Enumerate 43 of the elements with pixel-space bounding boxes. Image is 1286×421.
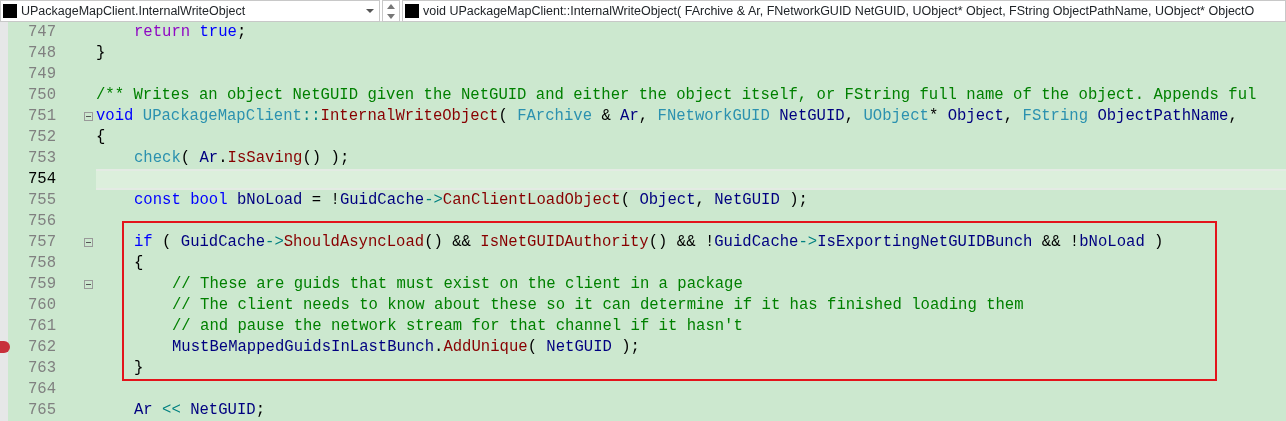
- collapse-icon[interactable]: [84, 238, 93, 247]
- up-arrow-icon[interactable]: [387, 3, 395, 9]
- line-number: 747: [26, 21, 56, 43]
- caret-icon: [365, 8, 375, 14]
- code-line: void UPackageMapClient::InternalWriteObject( FArchive & Ar, FNetworkGUID NetGUID, UObject* Object, FString ObjectPathName,: [96, 105, 1238, 127]
- code-line: if ( GuidCache->ShouldAsyncLoad() && IsNetGUIDAuthority() && !GuidCache->IsExportingNetGUIDBunch && !bNoLoad ): [134, 231, 1164, 253]
- line-number: 748: [26, 42, 56, 64]
- line-number: 765: [26, 399, 56, 421]
- code-line: }: [134, 357, 144, 379]
- collapse-icon[interactable]: [84, 280, 93, 289]
- code-line: // and pause the network stream for that channel if it hasn't: [172, 315, 743, 337]
- member-dropdown[interactable]: void UPackageMapClient::InternalWriteObject( FArchive & Ar, FNetworkGUID NetGUID, UObject* Object, FString ObjectPathName, UObject* ObjectO: [402, 0, 1286, 22]
- line-number: 761: [26, 315, 56, 337]
- line-number: 752: [26, 126, 56, 148]
- code-line: return true;: [134, 21, 247, 43]
- code-line: }: [96, 42, 106, 64]
- code-line: const bool bNoLoad = !GuidCache->CanClientLoadObject( Object, NetGUID );: [134, 189, 808, 211]
- code-line: // The client needs to know about these so it can determine if it has finished loading them: [172, 294, 1024, 316]
- code-line: {: [96, 126, 106, 148]
- scope-dropdown[interactable]: UPackageMapClient.InternalWriteObject: [0, 0, 380, 22]
- code-line: /** Writes an object NetGUID given the NetGUID and either the object itself, or FString full name of the object. Appends ful: [96, 84, 1257, 106]
- line-number: 763: [26, 357, 56, 379]
- code-line: Ar << NetGUID;: [134, 399, 266, 421]
- line-number: 762: [26, 336, 56, 358]
- code-line: // These are guids that must exist on the client in a package: [172, 273, 743, 295]
- spin-button[interactable]: [382, 0, 400, 22]
- line-number: 757: [26, 231, 56, 253]
- code-line: MustBeMappedGuidsInLastBunch.AddUnique( NetGUID );: [172, 336, 640, 358]
- line-number: 760: [26, 294, 56, 316]
- line-number: 755: [26, 189, 56, 211]
- code-line: {: [134, 252, 144, 274]
- line-number: 754: [26, 168, 56, 190]
- line-number: 758: [26, 252, 56, 274]
- line-number: 750: [26, 84, 56, 106]
- line-number: 764: [26, 378, 56, 400]
- line-number: 749: [26, 63, 56, 85]
- line-number: 753: [26, 147, 56, 169]
- line-number: 759: [26, 273, 56, 295]
- line-number: 751: [26, 105, 56, 127]
- down-arrow-icon[interactable]: [387, 13, 395, 19]
- line-number: 756: [26, 210, 56, 232]
- code-line: check( Ar.IsSaving() );: [134, 147, 350, 169]
- collapse-icon[interactable]: [84, 112, 93, 121]
